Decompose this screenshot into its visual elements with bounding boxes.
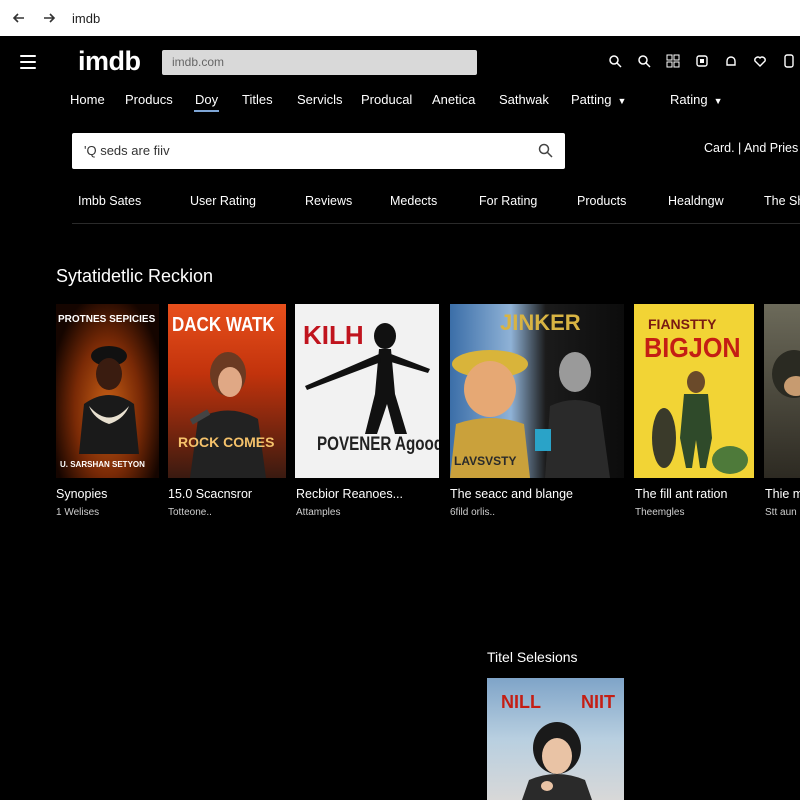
forward-arrow-icon xyxy=(44,13,56,23)
poster-subtitle: 1 Welises xyxy=(56,507,100,518)
back-button[interactable] xyxy=(8,7,30,29)
poster-title[interactable]: Synopies xyxy=(56,487,107,501)
search-input[interactable]: 'Q seds are fiiv xyxy=(72,133,565,169)
poster-top-text: DACK WATK xyxy=(172,314,275,336)
tab-medects[interactable]: Medects xyxy=(390,194,437,208)
tab-user-rating[interactable]: User Rating xyxy=(190,194,256,208)
poster-figure-image xyxy=(522,722,592,800)
poster-left-text: NILL xyxy=(501,692,541,712)
poster-right-text: NIIT xyxy=(581,692,615,712)
tab-for-rating[interactable]: For Rating xyxy=(479,194,537,208)
section-title: Sytatidetlic Reckion xyxy=(56,266,214,286)
poster-subtitle: 6fild orlis.. xyxy=(450,507,496,518)
search-icon[interactable] xyxy=(538,143,553,158)
header-icons xyxy=(607,53,800,68)
poster-title[interactable]: 15.0 Scacnsror xyxy=(168,487,252,501)
browser-url[interactable]: imdb xyxy=(72,11,100,26)
tab-healdngw[interactable]: Healdngw xyxy=(668,194,724,208)
nav-item-rating[interactable]: Rating ▼ xyxy=(670,92,723,107)
poster-subtitle: Totteone.. xyxy=(168,507,212,518)
poster-figure-image xyxy=(772,350,800,398)
tab-products[interactable]: Products xyxy=(577,194,626,208)
poster-bottom-text: LAVSVSTY xyxy=(454,454,517,468)
nav-item-titles[interactable]: Titles xyxy=(242,92,273,107)
poster-subtitle: Theemgles xyxy=(635,507,685,518)
poster-card[interactable]: JINKER LAVSVSTY xyxy=(450,304,624,478)
poster-card[interactable]: DACK WATK ROCK COMES xyxy=(168,304,286,478)
nav-item-rating-label: Rating xyxy=(670,92,708,107)
nav-item-anetica[interactable]: Anetica xyxy=(432,92,475,107)
bell-icon[interactable] xyxy=(723,53,738,68)
poster-top-text: JINKER xyxy=(500,310,581,335)
nav-item-doy[interactable]: Doy xyxy=(193,92,220,112)
url-field[interactable]: imdb.com xyxy=(162,50,477,75)
poster-title[interactable]: The fill ant ration xyxy=(635,487,727,501)
poster-bottom-text: BIGJON xyxy=(644,332,741,363)
poster-card[interactable]: FIANSTTY BIGJON xyxy=(634,304,754,478)
poster-card[interactable] xyxy=(764,304,800,478)
heart-icon[interactable] xyxy=(752,53,767,68)
nav-item-home[interactable]: Home xyxy=(70,92,105,107)
back-arrow-icon xyxy=(12,13,24,23)
chevron-down-icon: ▼ xyxy=(713,96,723,106)
poster-title[interactable]: Thie m xyxy=(765,487,800,501)
nav-item-servicls[interactable]: Servicls xyxy=(297,92,343,107)
poster-figure-image xyxy=(189,352,266,478)
nav-item-sathwak[interactable]: Sathwak xyxy=(499,92,549,107)
divider xyxy=(72,223,800,224)
menu-icon[interactable] xyxy=(781,53,796,68)
nav-item-patting[interactable]: Patting ▼ xyxy=(571,92,626,107)
poster-bottom-text: POVENER Agood xyxy=(317,434,439,455)
poster-title[interactable]: The seacc and blange xyxy=(450,487,573,501)
poster-bottom-text: ROCK COMES xyxy=(178,434,275,450)
nav-item-patting-label: Patting xyxy=(571,92,612,107)
poster-top-text: FIANSTTY xyxy=(648,316,717,332)
tab-the-sh[interactable]: The Sh xyxy=(764,194,800,208)
tab-reviews[interactable]: Reviews xyxy=(305,194,352,208)
tab-imbb-sates[interactable]: Imbb Sates xyxy=(78,194,141,208)
poster-figure-image xyxy=(79,346,139,454)
hamburger-menu-icon[interactable] xyxy=(20,55,36,69)
poster-figure-image xyxy=(305,323,430,434)
card-link[interactable]: Card. | And Pries xyxy=(704,141,798,155)
search-icon[interactable] xyxy=(607,53,622,68)
poster-subtitle: Attamples xyxy=(296,507,341,518)
bookmark-icon[interactable] xyxy=(694,53,709,68)
poster-card[interactable]: KILH POVENER Agood xyxy=(295,304,439,478)
poster-subtitle: Stt aun xyxy=(765,507,797,518)
chevron-down-icon: ▼ xyxy=(617,96,627,106)
site-header: imdb imdb.com xyxy=(0,36,800,90)
forward-button[interactable] xyxy=(38,7,60,29)
grid-icon[interactable] xyxy=(665,53,680,68)
nav-item-producal[interactable]: Producal xyxy=(361,92,412,107)
subsection-title: Titel Selesions xyxy=(487,649,578,665)
browser-toolbar: imdb xyxy=(0,0,800,36)
search-placeholder: 'Q seds are fiiv xyxy=(84,143,170,158)
poster-title[interactable]: Recbior Reanoes... xyxy=(296,487,403,501)
site-logo[interactable]: imdb xyxy=(78,46,141,77)
poster-figure-image xyxy=(652,371,748,474)
poster-top-text: PROTNES SEPICIES xyxy=(58,314,156,325)
poster-bottom-text: U. SARSHAN SETYON xyxy=(60,460,145,469)
search-icon[interactable] xyxy=(636,53,651,68)
category-tabs: Imbb Sates User Rating Reviews Medects F… xyxy=(0,194,800,214)
poster-card[interactable]: PROTNES SEPICIES U. SARSHAN SETYON xyxy=(56,304,159,478)
nav-item-producs[interactable]: Producs xyxy=(125,92,173,107)
poster-card[interactable]: NILL NIIT xyxy=(487,678,624,800)
